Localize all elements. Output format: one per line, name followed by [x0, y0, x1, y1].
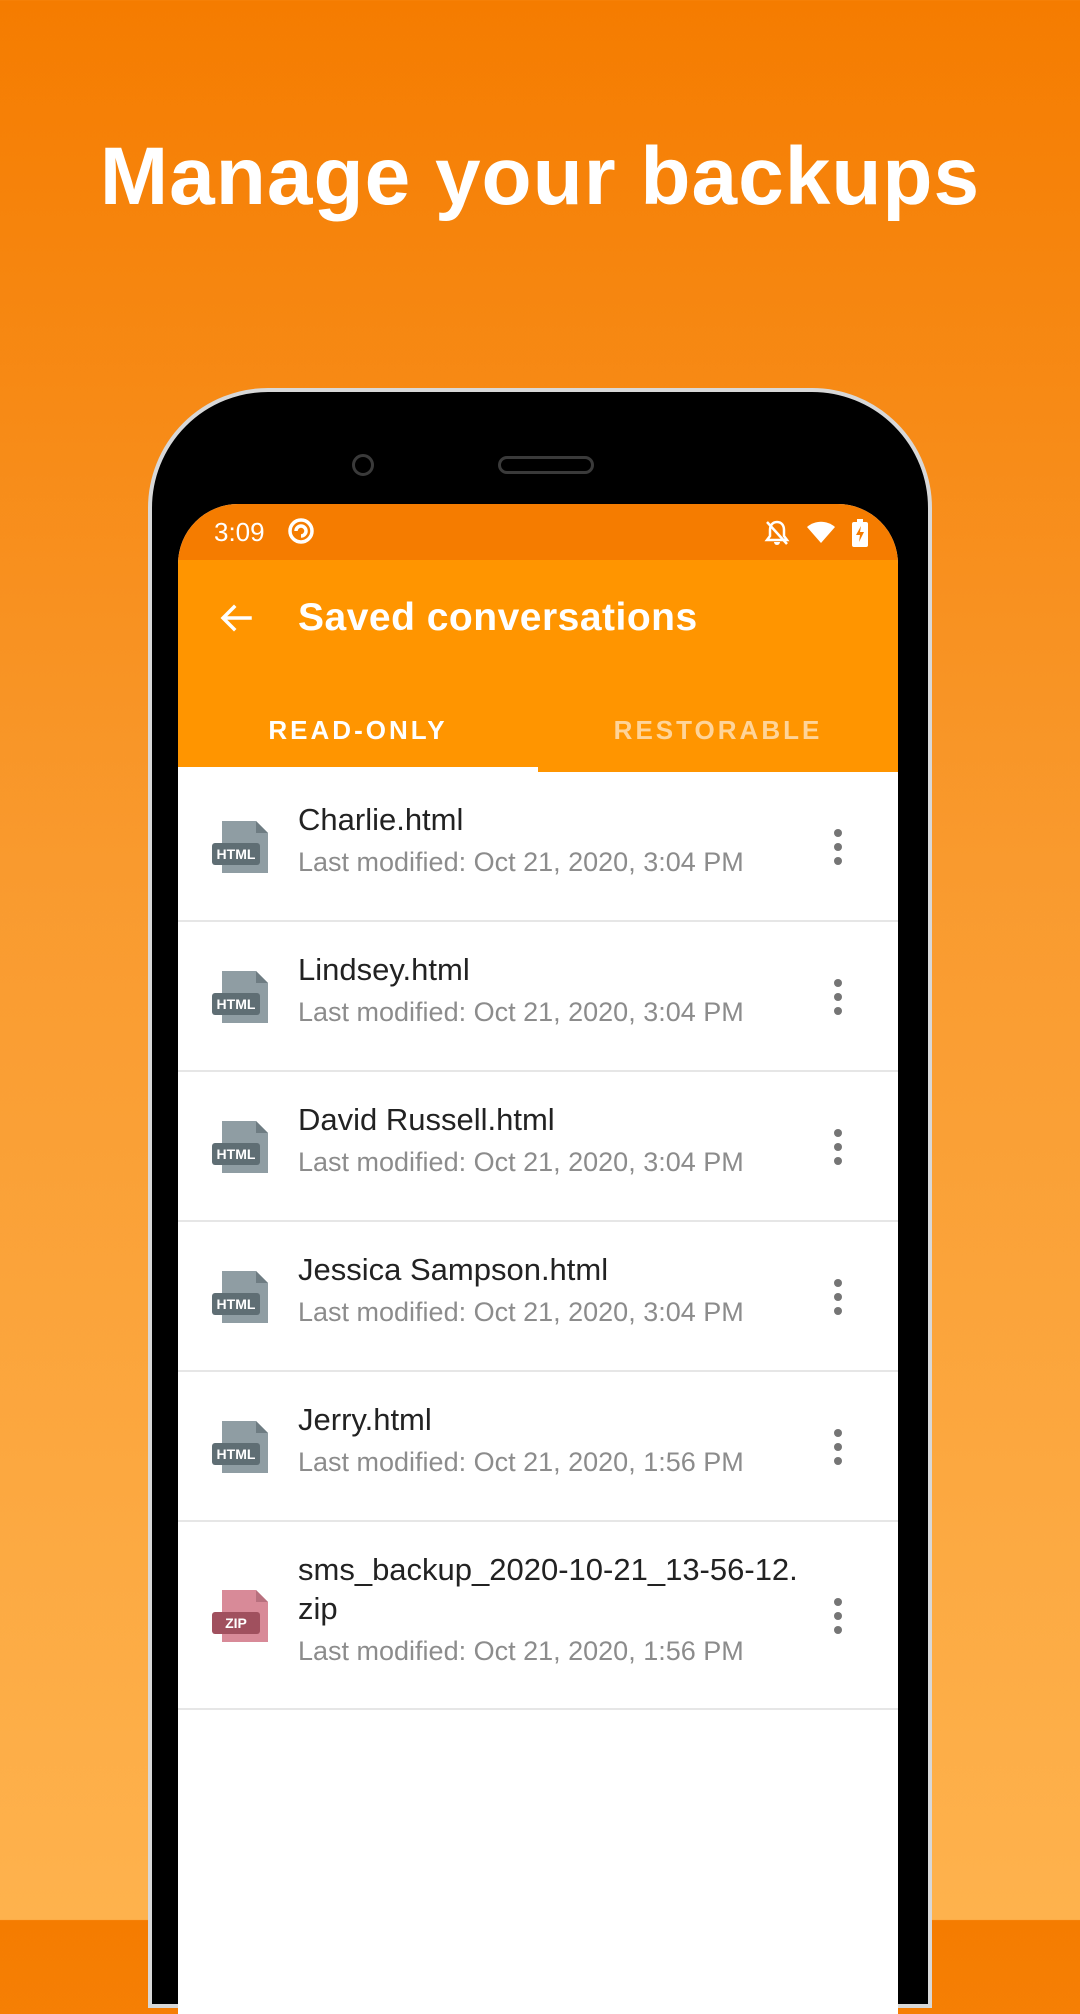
file-modified: Last modified: Oct 21, 2020, 3:04 PM	[298, 1297, 744, 1327]
file-name: David Russell.html	[298, 1102, 555, 1137]
file-type-label: HTML	[217, 1146, 256, 1162]
file-text: Charlie.html Last modified: Oct 21, 2020…	[298, 800, 808, 879]
file-name: Lindsey.html	[298, 952, 470, 987]
promo-headline: Manage your backups	[99, 131, 981, 222]
file-modified: Last modified: Oct 21, 2020, 3:04 PM	[298, 1147, 744, 1177]
file-type-label: HTML	[217, 1296, 256, 1312]
list-item[interactable]: ZIP sms_backup_2020-10-21_13-56-12.zip L…	[178, 1522, 898, 1710]
more-options-button[interactable]	[826, 1269, 850, 1325]
status-time: 3:09	[214, 517, 265, 547]
earpiece-speaker	[498, 456, 594, 474]
tab-bar: READ-ONLY RESTORABLE	[178, 688, 898, 772]
battery-charging-icon	[852, 519, 868, 547]
file-type-label: HTML	[217, 1446, 256, 1462]
more-options-button[interactable]	[826, 819, 850, 875]
app-bar: Saved conversations READ-ONLY RESTORABLE	[178, 560, 898, 772]
html-file-icon: HTML	[212, 1421, 268, 1473]
file-modified: Last modified: Oct 21, 2020, 1:56 PM	[298, 1447, 744, 1477]
zip-file-icon: ZIP	[212, 1590, 268, 1642]
file-name: sms_backup_2020-10-21_13-56-12.zip	[298, 1552, 798, 1626]
file-text: Jerry.html Last modified: Oct 21, 2020, …	[298, 1400, 808, 1479]
list-item[interactable]: HTML Jerry.html Last modified: Oct 21, 2…	[178, 1372, 898, 1522]
bell-off-icon	[764, 520, 790, 545]
file-modified: Last modified: Oct 21, 2020, 1:56 PM	[298, 1636, 744, 1666]
more-options-button[interactable]	[826, 1588, 850, 1644]
more-options-button[interactable]	[826, 969, 850, 1025]
phone-frame: 3:09 Saved conversations READ-ONLY RESTO…	[148, 388, 932, 2014]
html-file-icon: HTML	[212, 971, 268, 1023]
html-file-icon: HTML	[212, 821, 268, 873]
sync-icon	[288, 518, 314, 544]
file-modified: Last modified: Oct 21, 2020, 3:04 PM	[298, 997, 744, 1027]
wifi-icon	[807, 521, 835, 543]
file-text: Jessica Sampson.html Last modified: Oct …	[298, 1250, 808, 1329]
html-file-icon: HTML	[212, 1121, 268, 1173]
file-name: Jessica Sampson.html	[298, 1252, 609, 1287]
list-item[interactable]: HTML Charlie.html Last modified: Oct 21,…	[178, 772, 898, 922]
file-text: sms_backup_2020-10-21_13-56-12.zip Last …	[298, 1550, 808, 1668]
file-text: Lindsey.html Last modified: Oct 21, 2020…	[298, 950, 808, 1029]
file-type-label: HTML	[217, 846, 256, 862]
phone-screen: 3:09 Saved conversations READ-ONLY RESTO…	[178, 504, 898, 2014]
status-icons	[764, 518, 868, 548]
file-modified: Last modified: Oct 21, 2020, 3:04 PM	[298, 847, 744, 877]
back-button[interactable]	[208, 590, 264, 646]
app-title: Saved conversations	[298, 596, 698, 639]
html-file-icon: HTML	[212, 1271, 268, 1323]
front-camera	[352, 454, 374, 476]
arrow-back-icon	[220, 604, 252, 632]
file-type-label: ZIP	[225, 1615, 247, 1631]
tab-read-only[interactable]: READ-ONLY	[178, 688, 538, 772]
file-type-label: HTML	[217, 996, 256, 1012]
list-item[interactable]: HTML Lindsey.html Last modified: Oct 21,…	[178, 922, 898, 1072]
status-bar: 3:09	[178, 504, 898, 560]
list-item[interactable]: HTML David Russell.html Last modified: O…	[178, 1072, 898, 1222]
more-options-button[interactable]	[826, 1419, 850, 1475]
file-text: David Russell.html Last modified: Oct 21…	[298, 1100, 808, 1179]
more-options-button[interactable]	[826, 1119, 850, 1175]
list-item[interactable]: HTML Jessica Sampson.html Last modified:…	[178, 1222, 898, 1372]
file-name: Charlie.html	[298, 802, 464, 837]
tab-restorable[interactable]: RESTORABLE	[538, 688, 898, 772]
file-list: HTML Charlie.html Last modified: Oct 21,…	[178, 772, 898, 1710]
file-name: Jerry.html	[298, 1402, 432, 1437]
